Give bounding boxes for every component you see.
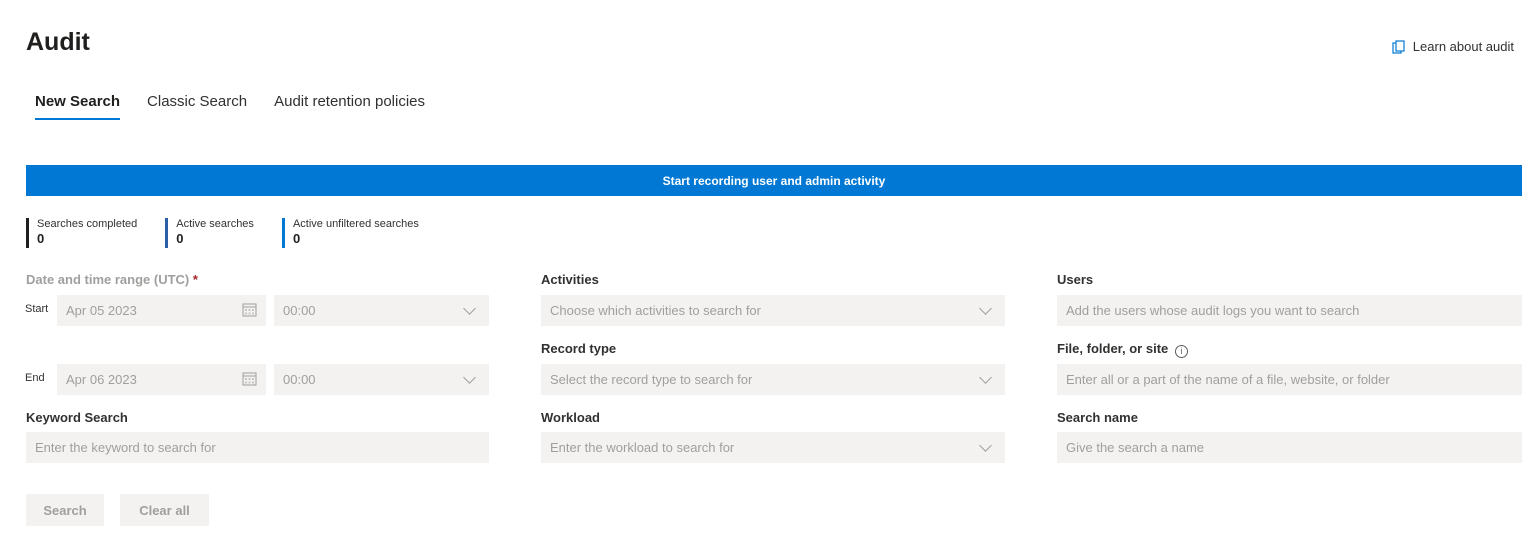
stat-active-unfiltered-searches: Active unfiltered searches 0 [281, 218, 419, 248]
search-name-label: Search name [1057, 410, 1138, 425]
end-time-dropdown[interactable]: 00:00 [274, 364, 489, 395]
record-type-label: Record type [541, 341, 617, 356]
stat-searches-completed: Searches completed 0 [26, 218, 137, 248]
workload-placeholder: Enter the workload to search for [550, 440, 735, 455]
learn-link-label: Learn about audit [1412, 39, 1514, 54]
date-range-label: Date and time range (UTC) * [26, 272, 198, 287]
workload-dropdown[interactable]: Enter the workload to search for [541, 432, 1005, 463]
file-folder-site-label-text: File, folder, or site [1057, 341, 1169, 356]
required-mark: * [192, 272, 198, 287]
stat-label: Active unfiltered searches [292, 218, 419, 230]
start-time-dropdown[interactable]: 00:00 [274, 295, 489, 326]
stat-active-searches: Active searches 0 [165, 218, 254, 248]
keyword-search-input[interactable]: Enter the keyword to search for [26, 432, 489, 463]
tab-new-search[interactable]: New Search [35, 93, 121, 120]
stat-value: 0 [176, 231, 184, 246]
end-date-picker[interactable]: Apr 06 2023 [57, 364, 266, 395]
date-range-label-text: Date and time range (UTC) [26, 272, 190, 287]
record-type-dropdown[interactable]: Select the record type to search for [541, 364, 1005, 395]
start-time-value: 00:00 [283, 303, 316, 318]
activities-dropdown[interactable]: Choose which activities to search for [541, 295, 1005, 326]
keyword-search-label: Keyword Search [26, 410, 128, 425]
end-time-value: 00:00 [283, 372, 316, 387]
activities-label: Activities [541, 272, 599, 287]
record-type-placeholder: Select the record type to search for [550, 372, 753, 387]
chevron-down-icon [979, 370, 992, 384]
document-icon [1392, 39, 1406, 54]
search-name-input[interactable]: Give the search a name [1057, 432, 1522, 463]
stat-value: 0 [292, 231, 301, 246]
tab-audit-retention-policies[interactable]: Audit retention policies [274, 93, 425, 120]
calendar-icon[interactable] [242, 371, 257, 389]
file-folder-site-label: File, folder, or site i [1057, 341, 1188, 358]
page-title: Audit [26, 28, 90, 56]
chevron-down-icon [979, 301, 992, 315]
info-icon[interactable]: i [1174, 344, 1188, 358]
tab-bar: New Search Classic Search Audit retentio… [35, 93, 425, 120]
end-label: End [25, 372, 45, 384]
workload-label: Workload [541, 410, 600, 425]
search-stats: Searches completed 0 Active searches 0 A… [26, 218, 419, 248]
clear-all-button[interactable]: Clear all [120, 494, 209, 526]
calendar-icon[interactable] [242, 302, 257, 320]
users-input[interactable]: Add the users whose audit logs you want … [1057, 295, 1522, 326]
stat-value: 0 [37, 231, 45, 246]
end-date-value: Apr 06 2023 [66, 372, 137, 387]
users-label: Users [1057, 272, 1094, 287]
start-label: Start [25, 303, 49, 315]
stat-label: Active searches [176, 218, 254, 230]
activities-placeholder: Choose which activities to search for [550, 303, 761, 318]
start-date-picker[interactable]: Apr 05 2023 [57, 295, 266, 326]
learn-about-audit-link[interactable]: Learn about audit [1392, 39, 1514, 54]
tab-classic-search[interactable]: Classic Search [147, 93, 247, 120]
stat-label: Searches completed [37, 218, 138, 230]
chevron-down-icon [463, 370, 476, 384]
chevron-down-icon [463, 301, 476, 315]
search-button[interactable]: Search [26, 494, 104, 526]
file-folder-site-input[interactable]: Enter all or a part of the name of a fil… [1057, 364, 1522, 395]
start-date-value: Apr 05 2023 [66, 303, 137, 318]
start-recording-banner[interactable]: Start recording user and admin activity [26, 165, 1522, 196]
chevron-down-icon [979, 438, 992, 452]
